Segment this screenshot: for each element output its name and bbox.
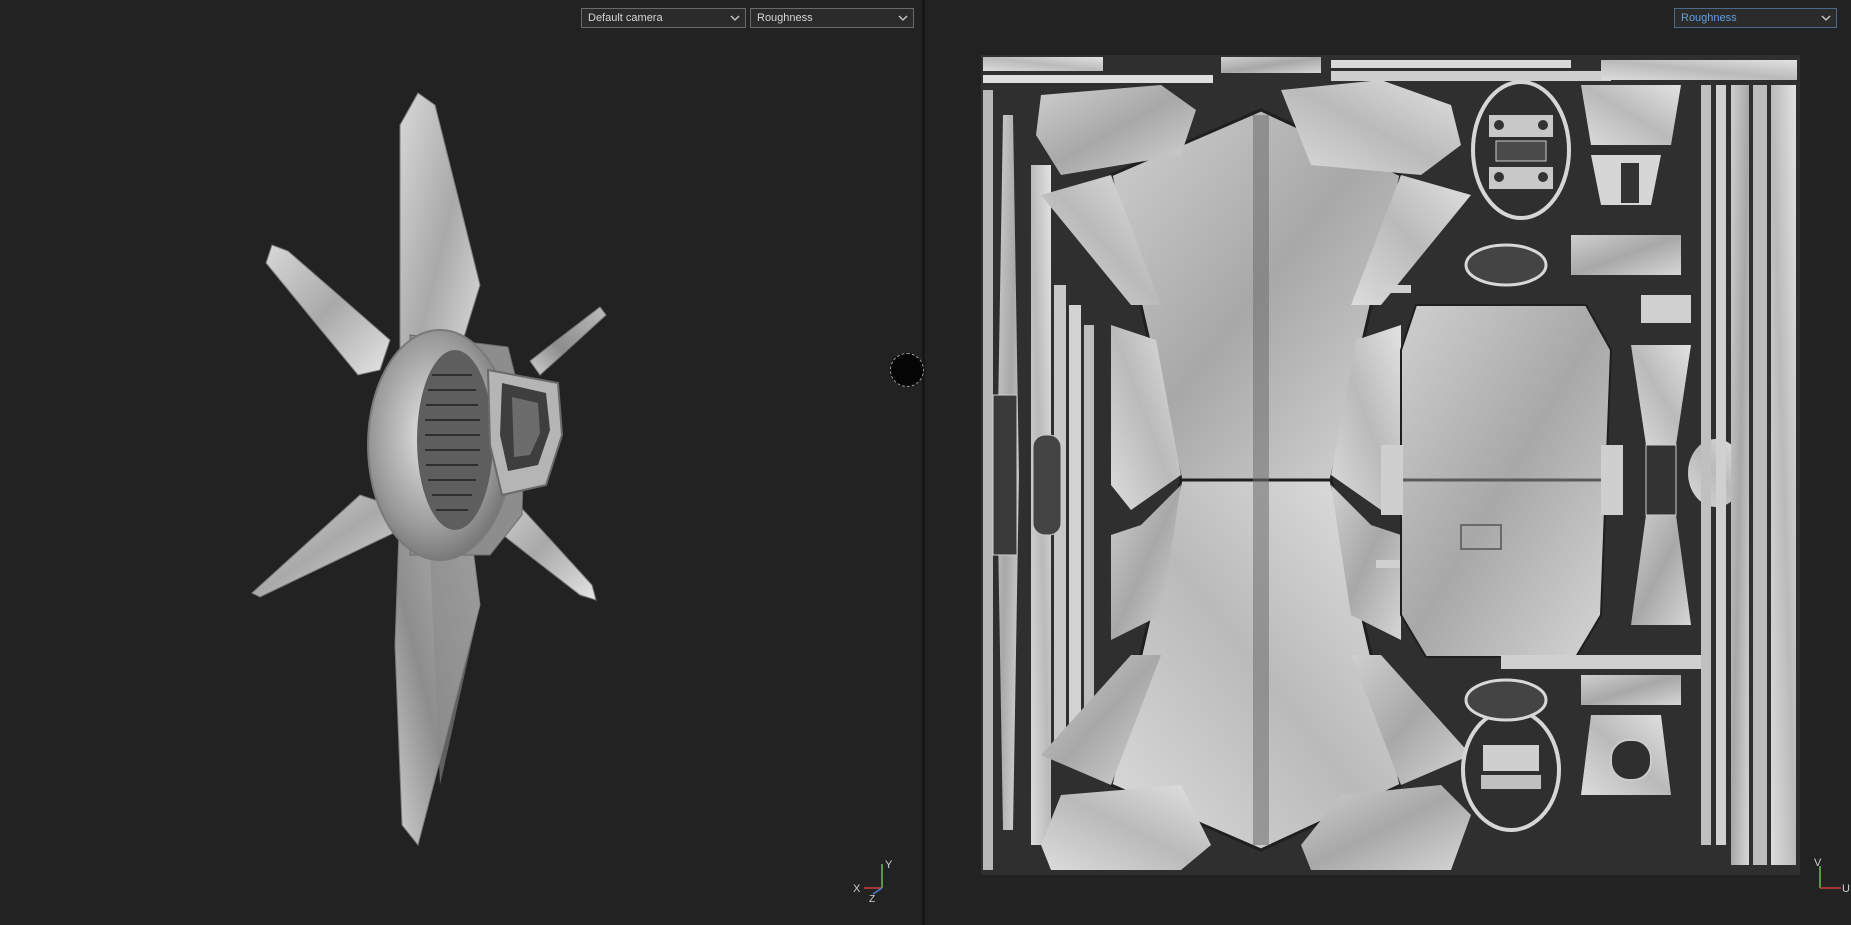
channel-select-3d[interactable]: Roughness bbox=[750, 8, 914, 28]
3d-model-render bbox=[251, 92, 607, 847]
camera-select-value: Default camera bbox=[588, 12, 663, 24]
axis-x-label: X bbox=[853, 883, 861, 895]
channel-select-3d-value: Roughness bbox=[757, 12, 813, 24]
channel-select-2d[interactable]: Roughness bbox=[1674, 8, 1837, 28]
axis-z-label: Z bbox=[869, 894, 875, 902]
channel-select-2d-value: Roughness bbox=[1681, 12, 1737, 24]
camera-select[interactable]: Default camera bbox=[581, 8, 746, 28]
uv-axis-gizmo-icon: V U bbox=[1814, 858, 1850, 895]
split-handle-icon[interactable] bbox=[890, 353, 924, 387]
texture-viewport[interactable]: Roughness V U bbox=[925, 0, 1851, 925]
axis-v-label: V bbox=[1814, 858, 1822, 869]
axis-u-label: U bbox=[1842, 883, 1850, 895]
axis-gizmo-icon: Y X Z bbox=[853, 859, 893, 902]
3d-viewport[interactable]: Default camera Roughness Y X Z bbox=[0, 0, 922, 925]
chevron-down-icon bbox=[898, 15, 908, 21]
roughness-texture-map bbox=[981, 55, 1800, 875]
chevron-down-icon bbox=[730, 15, 740, 21]
chevron-down-icon bbox=[1821, 15, 1831, 21]
axis-y-label: Y bbox=[885, 859, 893, 871]
